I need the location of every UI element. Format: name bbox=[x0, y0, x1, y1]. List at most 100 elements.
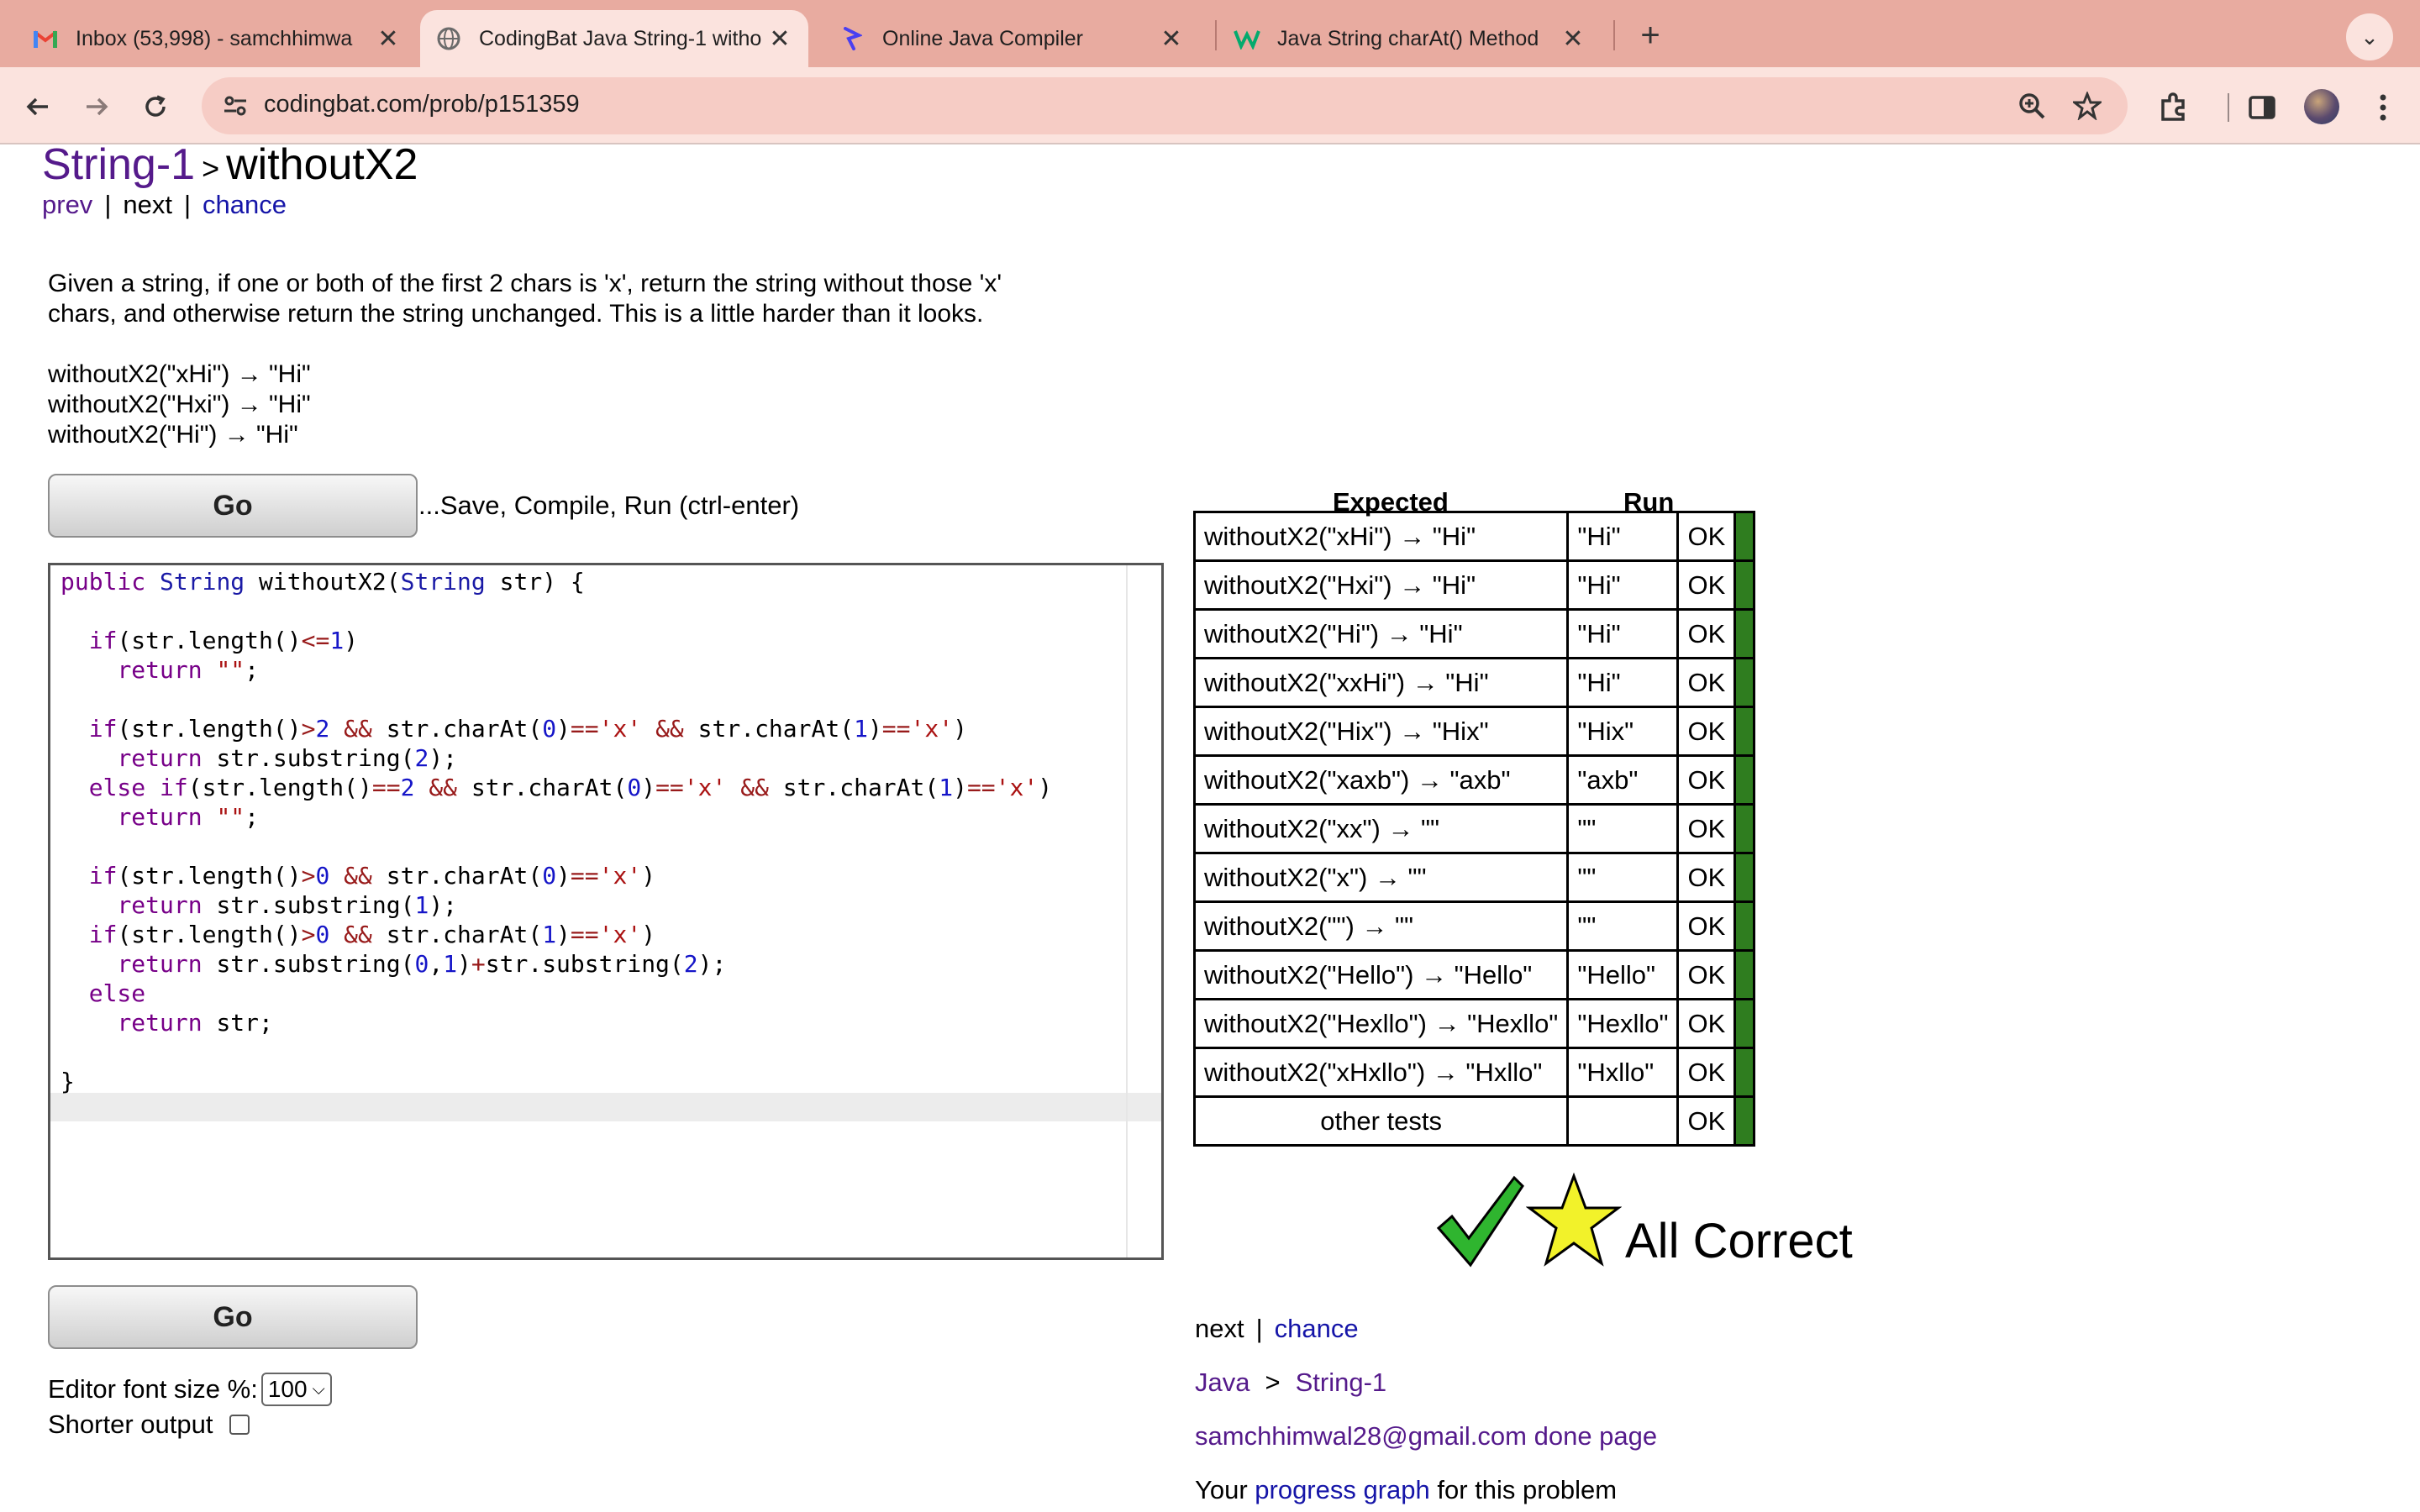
status-cell: OK bbox=[1676, 511, 1737, 562]
status-indicator bbox=[1733, 706, 1756, 757]
zoom-icon[interactable] bbox=[2013, 87, 2050, 124]
next-label: next bbox=[123, 190, 172, 219]
avatar[interactable] bbox=[2304, 89, 2339, 124]
expected-cell: withoutX2("xHxllo") → "Hxllo" bbox=[1192, 1047, 1570, 1098]
more-menu-icon[interactable] bbox=[2365, 89, 2402, 126]
checkmark-icon bbox=[1434, 1173, 1526, 1274]
status-cell: OK bbox=[1676, 657, 1737, 708]
tab-w3schools[interactable]: Java String charAt() Method ✕ bbox=[1213, 10, 1602, 67]
w3schools-icon bbox=[1234, 25, 1260, 52]
extensions-icon[interactable] bbox=[2154, 89, 2191, 126]
description-line: Given a string, if one or both of the fi… bbox=[48, 270, 1002, 297]
run-cell: "" bbox=[1566, 852, 1680, 903]
expected-cell: withoutX2("Hxi") → "Hi" bbox=[1192, 559, 1570, 611]
shorter-output: Shorter output bbox=[48, 1410, 250, 1440]
result-row: withoutX2("xHi") → "Hi" "Hi" OK bbox=[1192, 511, 1756, 562]
result-row: withoutX2("xHxllo") → "Hxllo" "Hxllo" OK bbox=[1192, 1047, 1756, 1098]
progress-graph-link[interactable]: progress graph bbox=[1255, 1475, 1430, 1504]
status-cell: OK bbox=[1676, 852, 1737, 903]
go-button[interactable]: Go bbox=[48, 1285, 418, 1349]
tab-title: CodingBat Java String-1 witho bbox=[479, 26, 762, 50]
code-editor[interactable]: public String withoutX2(String str) { if… bbox=[48, 563, 1164, 1260]
shorter-output-checkbox[interactable] bbox=[229, 1415, 250, 1435]
breadcrumb: String-1 > withoutX2 bbox=[42, 139, 418, 190]
chance-link[interactable]: chance bbox=[203, 190, 287, 219]
status-indicator bbox=[1733, 559, 1756, 611]
status-indicator bbox=[1733, 608, 1756, 659]
next-label: next bbox=[1195, 1314, 1244, 1343]
status-cell: OK bbox=[1676, 1095, 1737, 1147]
close-icon[interactable]: ✕ bbox=[1556, 24, 1590, 54]
nav-divider: | bbox=[104, 190, 112, 219]
bookmark-star-icon[interactable] bbox=[2069, 87, 2106, 124]
status-indicator bbox=[1733, 803, 1756, 854]
side-panel-icon[interactable] bbox=[2244, 89, 2281, 126]
status-indicator bbox=[1733, 998, 1756, 1049]
result-row: withoutX2("xx") → "" "" OK bbox=[1192, 803, 1756, 854]
reload-icon[interactable] bbox=[133, 84, 178, 129]
string1-link[interactable]: String-1 bbox=[1296, 1368, 1387, 1397]
tab-title: Inbox (53,998) - samchhimwa bbox=[76, 26, 353, 50]
problem-nav: prev | next | chance bbox=[42, 190, 287, 220]
status-indicator bbox=[1733, 852, 1756, 903]
new-tab-button[interactable]: + bbox=[1627, 12, 1674, 59]
expected-cell: withoutX2("Hi") → "Hi" bbox=[1192, 608, 1570, 659]
problem-examples: withoutX2("xHi") → "Hi" withoutX2("Hxi")… bbox=[48, 360, 311, 450]
back-arrow-icon[interactable] bbox=[15, 84, 60, 129]
forward-arrow-icon[interactable] bbox=[74, 84, 119, 129]
expected-cell: withoutX2("") → "" bbox=[1192, 900, 1570, 952]
result-row: withoutX2("xaxb") → "axb" "axb" OK bbox=[1192, 754, 1756, 806]
results-table: withoutX2("xHi") → "Hi" "Hi" OK withoutX2("… bbox=[1192, 511, 1756, 1147]
browser-tab-bar: Inbox (53,998) - samchhimwa ✕ CodingBat … bbox=[0, 0, 2420, 67]
progress-suffix: for this problem bbox=[1437, 1475, 1618, 1504]
tab-online-compiler[interactable]: Online Java Compiler ✕ bbox=[812, 10, 1200, 67]
java-link[interactable]: Java bbox=[1195, 1368, 1249, 1397]
run-cell: "" bbox=[1566, 900, 1680, 952]
url-text[interactable]: codingbat.com/prob/p151359 bbox=[264, 91, 580, 118]
prev-link[interactable]: prev bbox=[42, 190, 92, 219]
expected-cell: withoutX2("xx") → "" bbox=[1192, 803, 1570, 854]
breadcrumb-section-link[interactable]: String-1 bbox=[42, 140, 195, 189]
status-indicator bbox=[1733, 754, 1756, 806]
chevron-down-icon: ⌵ bbox=[312, 1379, 325, 1399]
breadcrumb-separator: > bbox=[1265, 1368, 1281, 1397]
code-content[interactable]: public String withoutX2(String str) { if… bbox=[60, 567, 1052, 1096]
run-cell: "Hi" bbox=[1566, 608, 1680, 659]
go-hint: ...Save, Compile, Run (ctrl-enter) bbox=[418, 491, 800, 520]
close-icon[interactable]: ✕ bbox=[371, 24, 405, 54]
go-button[interactable]: Go bbox=[48, 474, 418, 538]
user-email-link[interactable]: samchhimwal28@gmail.com bbox=[1195, 1421, 1527, 1451]
result-row: withoutX2("Hxi") → "Hi" "Hi" OK bbox=[1192, 559, 1756, 611]
description-line: chars, and otherwise return the string u… bbox=[48, 300, 984, 328]
tab-search-icon[interactable]: ⌄ bbox=[2346, 13, 2393, 60]
progress-prefix: Your bbox=[1195, 1475, 1248, 1504]
breadcrumb-separator: > bbox=[202, 151, 220, 186]
current-line-highlight bbox=[50, 1093, 1161, 1121]
expected-cell: withoutX2("Hello") → "Hello" bbox=[1192, 949, 1570, 1000]
tab-gmail[interactable]: Inbox (53,998) - samchhimwa ✕ bbox=[5, 10, 417, 67]
nav-divider: | bbox=[183, 190, 192, 219]
result-row: withoutX2("Hix") → "Hix" "Hix" OK bbox=[1192, 706, 1756, 757]
status-cell: OK bbox=[1676, 803, 1737, 854]
result-row: withoutX2("Hello") → "Hello" "Hello" OK bbox=[1192, 949, 1756, 1000]
star-icon bbox=[1525, 1172, 1623, 1274]
close-icon[interactable]: ✕ bbox=[763, 24, 797, 54]
all-correct-text: All Correct bbox=[1625, 1214, 1853, 1268]
expected-cell: withoutX2("xxHi") → "Hi" bbox=[1192, 657, 1570, 708]
editor-margin-line bbox=[1126, 565, 1128, 1257]
site-info-icon[interactable] bbox=[215, 86, 255, 126]
expected-cell: other tests bbox=[1192, 1095, 1570, 1147]
done-page-link[interactable]: done page bbox=[1534, 1421, 1658, 1451]
tab-title: Online Java Compiler bbox=[882, 26, 1083, 50]
tab-codingbat[interactable]: CodingBat Java String-1 witho ✕ bbox=[420, 10, 808, 67]
close-icon[interactable]: ✕ bbox=[1155, 24, 1188, 54]
globe-icon bbox=[435, 25, 462, 52]
chance-link[interactable]: chance bbox=[1275, 1314, 1359, 1343]
run-cell: "Hix" bbox=[1566, 706, 1680, 757]
run-cell bbox=[1566, 1095, 1680, 1147]
address-bar[interactable]: codingbat.com/prob/p151359 bbox=[202, 77, 2128, 134]
page-title: withoutX2 bbox=[226, 140, 418, 189]
font-size-select[interactable]: 100 ⌵ bbox=[260, 1373, 332, 1406]
run-cell: "Hexllo" bbox=[1566, 998, 1680, 1049]
run-cell: "Hi" bbox=[1566, 657, 1680, 708]
